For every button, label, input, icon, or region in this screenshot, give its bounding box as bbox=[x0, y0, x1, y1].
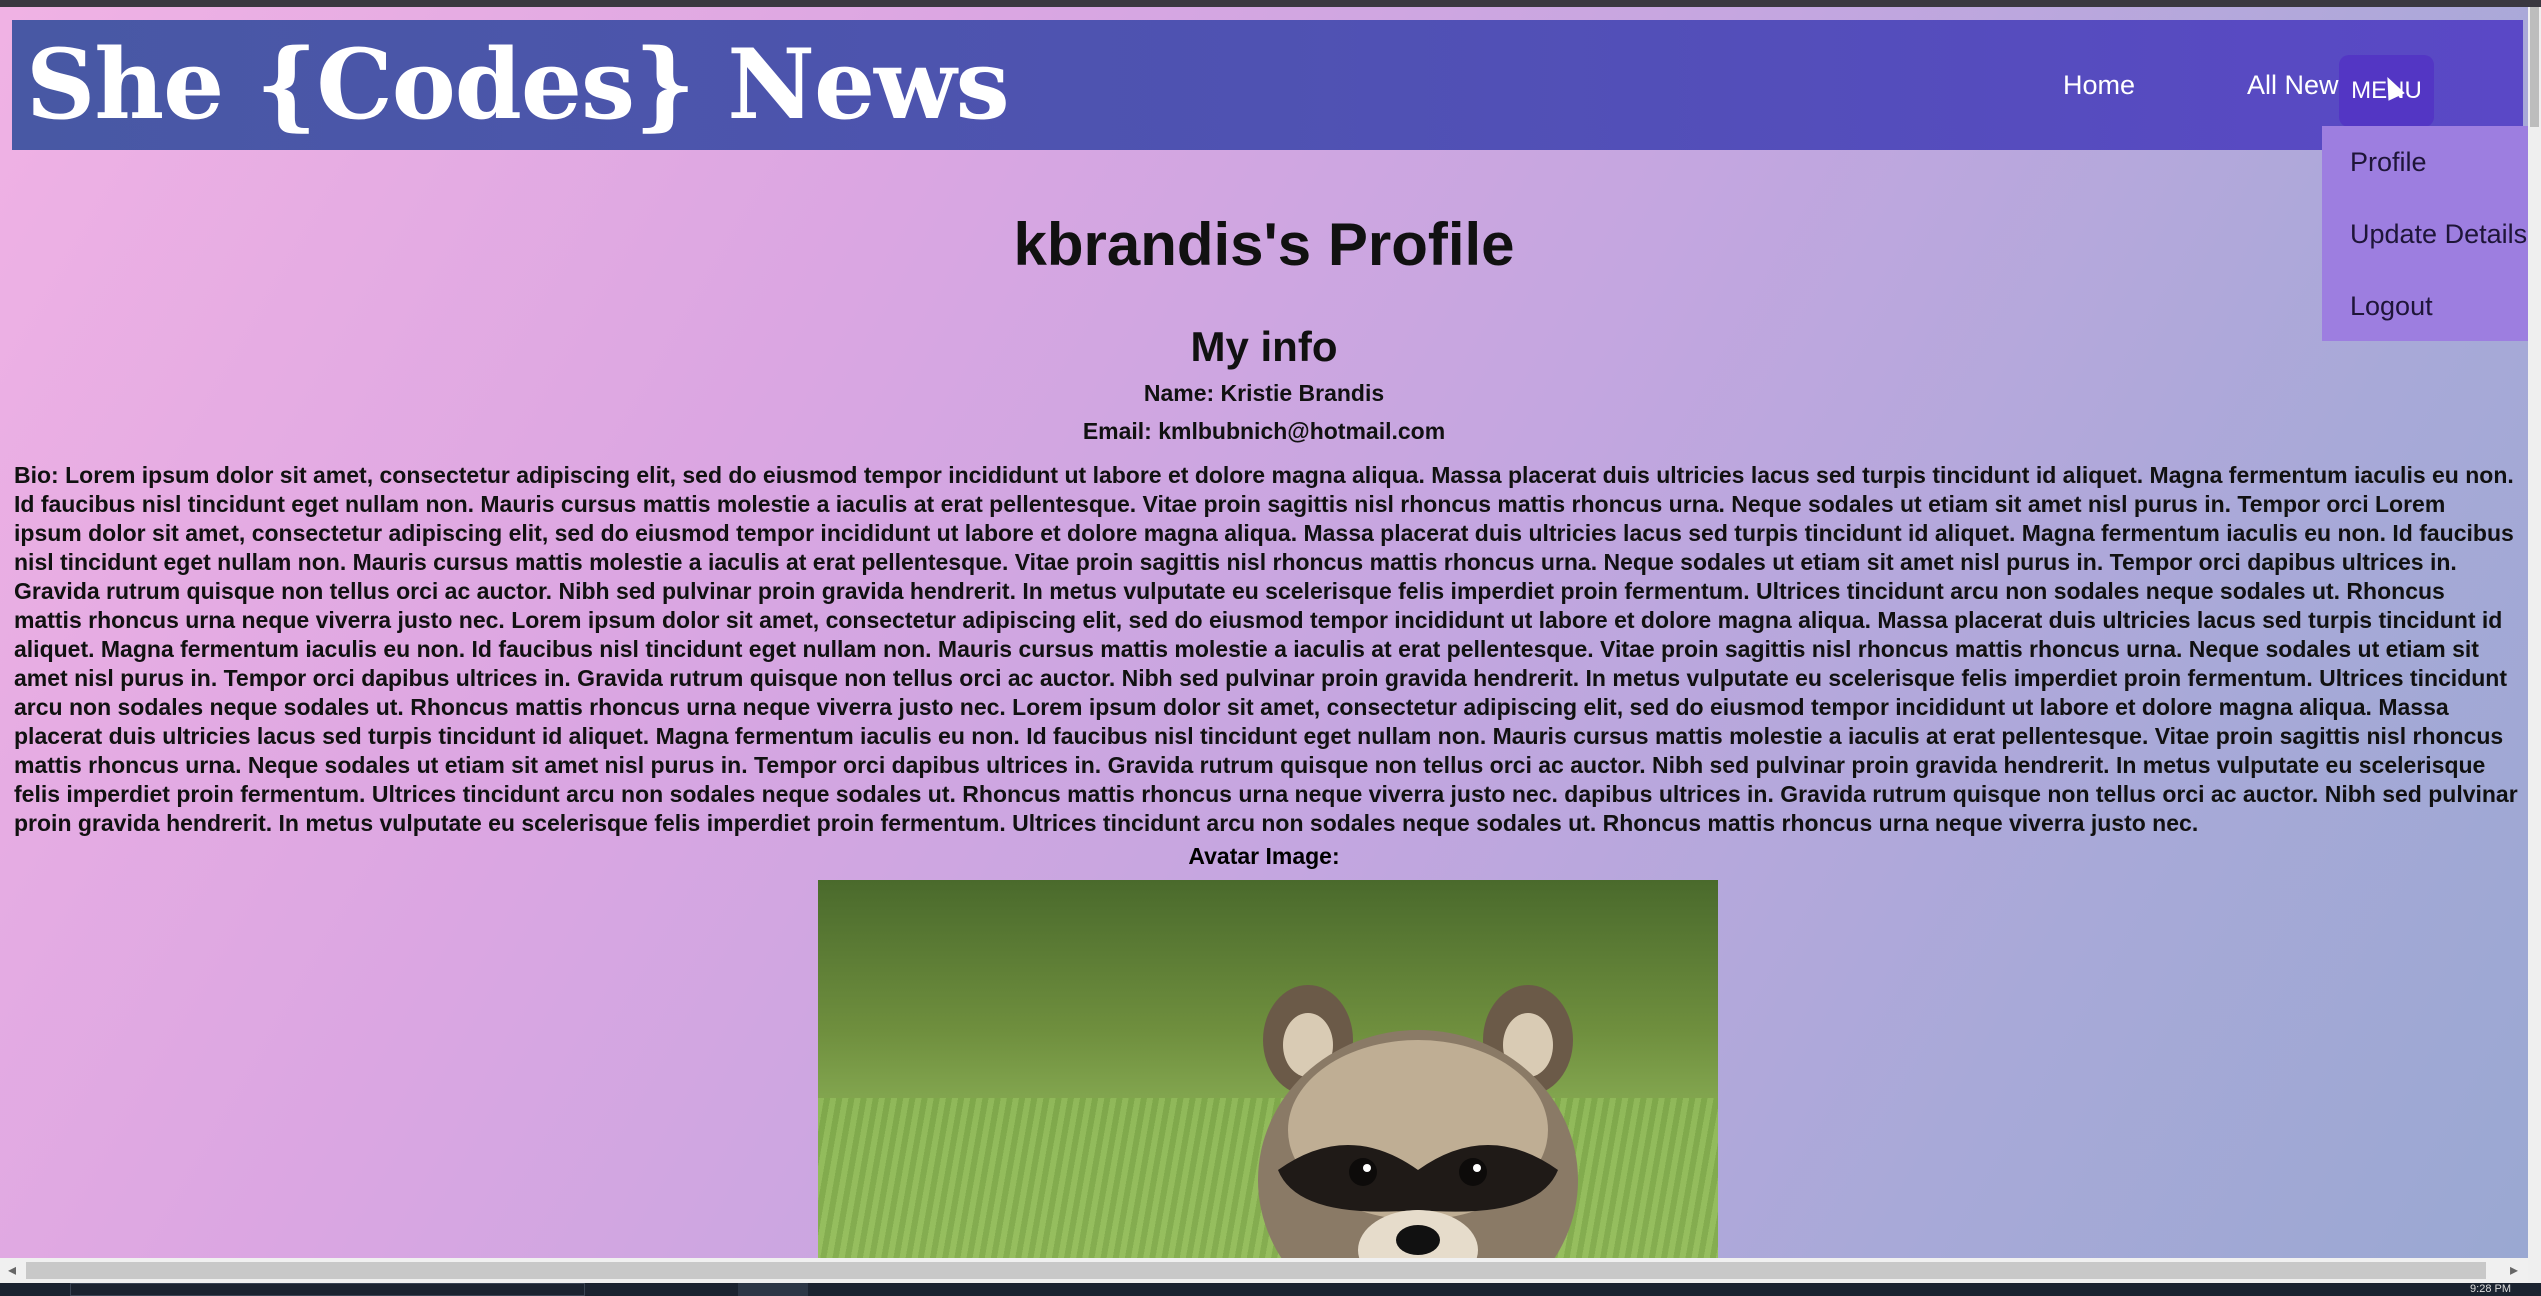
horizontal-scrollbar-thumb[interactable] bbox=[26, 1262, 2486, 1279]
site-logo[interactable]: She {Codes} News bbox=[26, 30, 1010, 140]
raccoon-icon bbox=[1258, 985, 1578, 1258]
horizontal-scrollbar[interactable]: ◂ ▸ bbox=[0, 1258, 2528, 1283]
avatar-label: Avatar Image: bbox=[1188, 843, 1340, 869]
vertical-scrollbar[interactable] bbox=[2528, 7, 2541, 1283]
avatar-image bbox=[818, 880, 1718, 1258]
section-title-my-info: My info bbox=[1190, 323, 1338, 370]
taskbar-clock: 9:28 PM bbox=[2470, 1283, 2511, 1295]
taskbar: 9:28 PM bbox=[0, 1283, 2541, 1296]
taskbar-window-button[interactable] bbox=[70, 1283, 585, 1296]
profile-content: kbrandis's Profile My info Name: Kristie… bbox=[0, 167, 2528, 450]
browser-top-strip bbox=[0, 0, 2541, 7]
profile-email: Email: kmlbubnich@hotmail.com bbox=[1082, 418, 1446, 444]
page-title: kbrandis's Profile bbox=[1013, 211, 1515, 278]
profile-bio: Bio: Lorem ipsum dolor sit amet, consect… bbox=[14, 462, 2518, 836]
nav-link-home[interactable]: Home bbox=[2063, 20, 2135, 150]
scroll-left-icon[interactable]: ◂ bbox=[2, 1261, 22, 1281]
vertical-scrollbar-thumb[interactable] bbox=[2530, 7, 2539, 127]
taskbar-active-app[interactable] bbox=[738, 1283, 808, 1296]
scroll-right-icon[interactable]: ▸ bbox=[2504, 1261, 2524, 1281]
profile-name: Name: Kristie Brandis bbox=[1143, 380, 1385, 406]
navbar: She {Codes} News Home All News MENU bbox=[12, 20, 2523, 150]
page-viewport: She {Codes} News Home All News MENU Prof… bbox=[0, 7, 2528, 1258]
